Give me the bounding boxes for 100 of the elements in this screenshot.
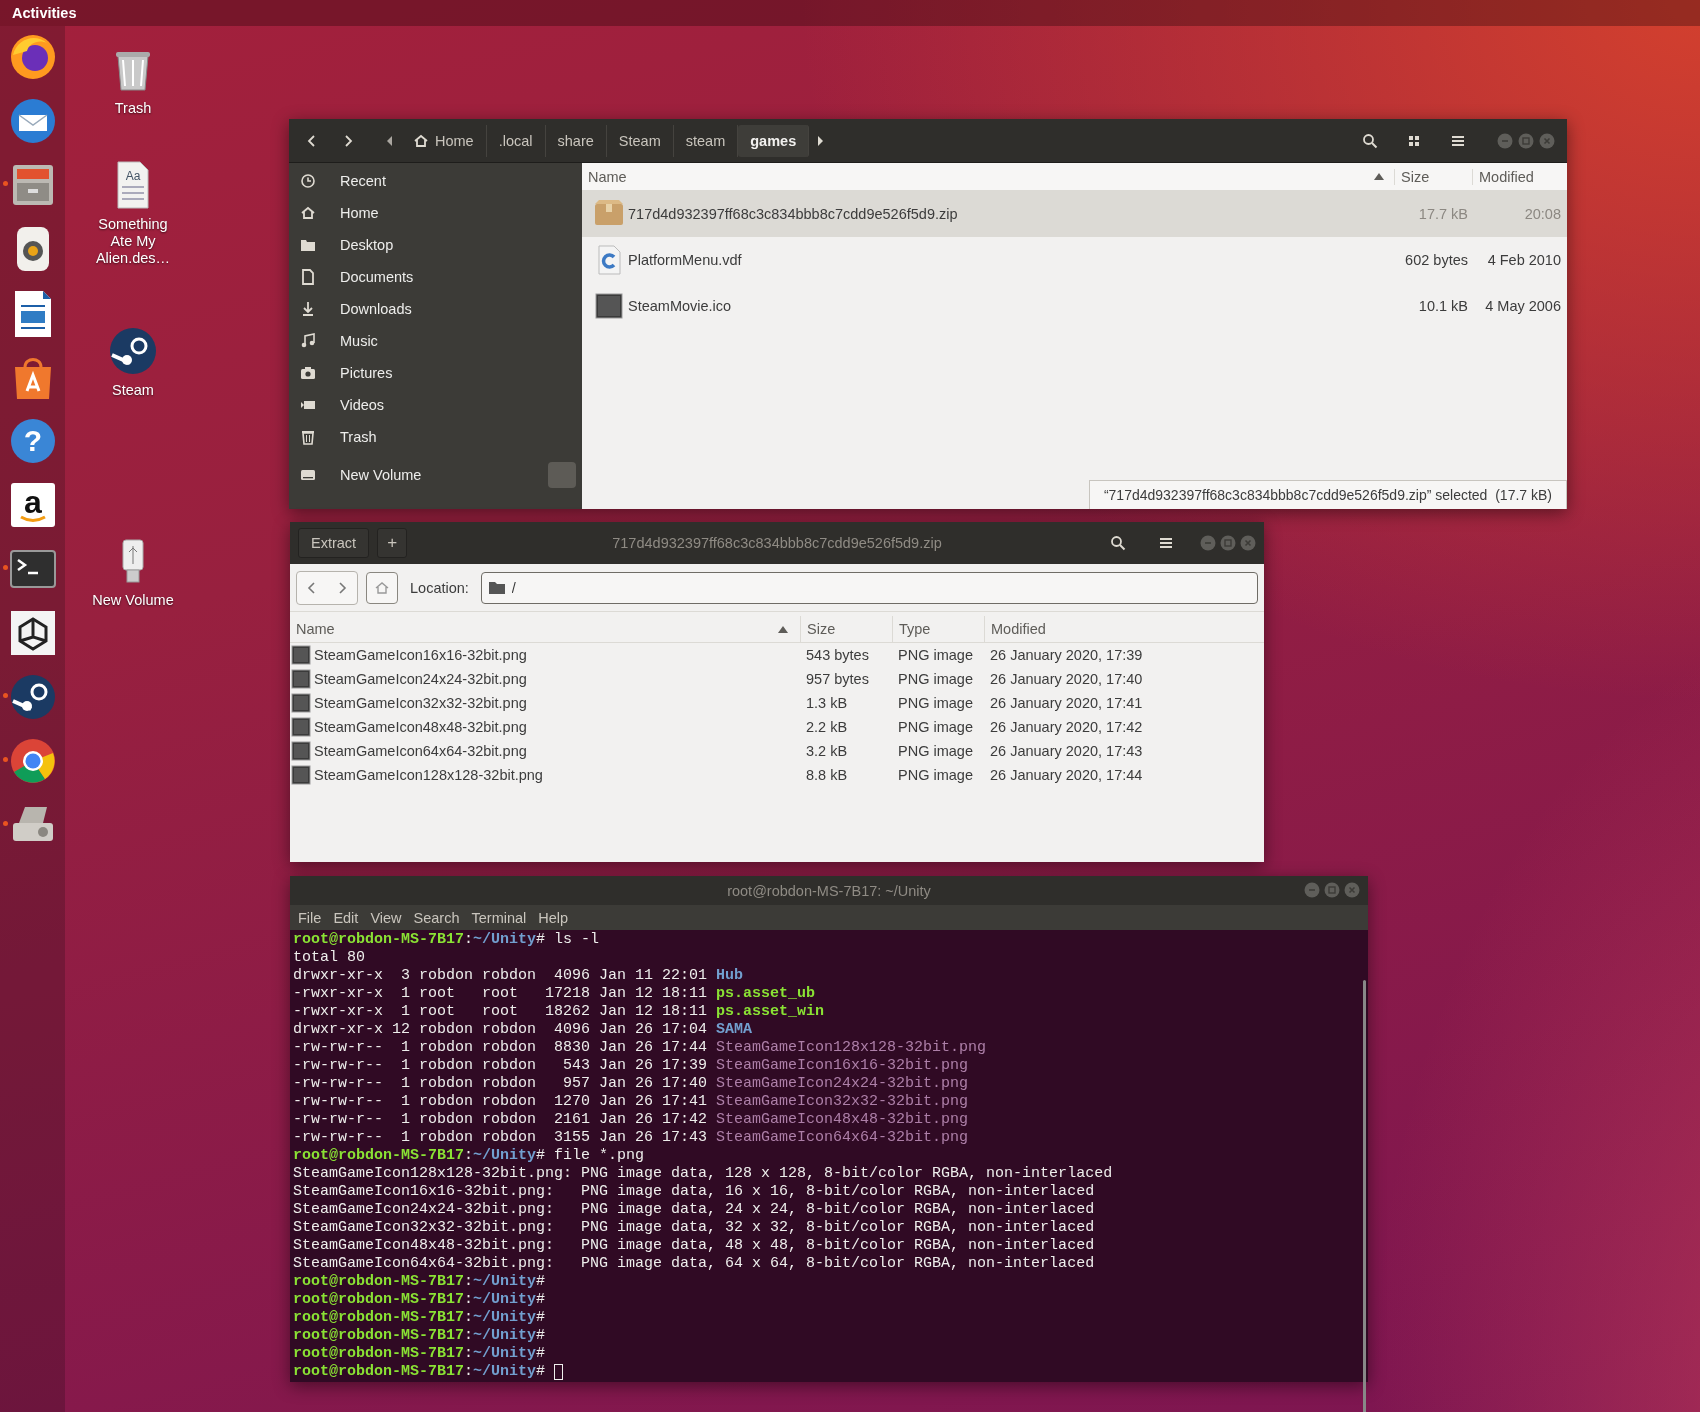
menu-item[interactable]: View [364,909,408,926]
column-header[interactable]: Modified [1479,168,1534,185]
file-size: 543 bytes [805,646,870,665]
terminal-line: SteamGameIcon24x24-32bit.png: PNG image data, 24 x 24, 8-bit/color RGBA, non-interlaced [293,1201,1095,1219]
terminal-line: SteamGameIcon32x32-32bit.png: PNG image data, 32 x 32, 8-bit/color RGBA, non-interlaced [293,1219,1095,1237]
sidebar-item[interactable]: Home [340,205,379,221]
file-modified: 4 Feb 2010 [1486,252,1562,268]
image-file-icon [291,669,311,689]
status-overlay: “717d4d932397ff68c3c834bbb8c7cdd9e526f5d9.zip” selected (17.7 kB) [1088,480,1567,509]
menu-item[interactable]: Edit [327,909,365,926]
terminal-line: root@robdon-MS-7B17:~/Unity# [293,1309,546,1327]
file-name: 717d4d932397ff68c3c834bbb8c7cdd9e526f5d9.zip [628,206,958,222]
location-field[interactable]: / [480,571,1258,604]
column-header[interactable]: Size [807,621,836,637]
terminal-line: total 80 [293,949,365,967]
window-title: 717d4d932397ff68c3c834bbb8c7cdd9e526f5d9.zip [612,535,942,551]
activities-button[interactable]: Activities [12,5,77,21]
image-file-icon [291,693,311,713]
file-row[interactable]: PlatformMenu.vdf 602 bytes 4 Feb 2010 [582,237,1567,283]
home-button[interactable] [366,571,398,604]
path-button[interactable]: games [738,124,810,157]
file-size: 10.1 kB [1417,298,1469,314]
column-header[interactable]: Type [899,621,931,637]
sidebar-item[interactable]: Music [340,333,378,349]
file-size: 957 bytes [805,670,870,689]
file-modified: 26 January 2020, 17:42 [989,718,1144,737]
desktop-icon-label[interactable]: Steam [90,382,176,399]
sidebar-item[interactable]: Desktop [340,237,394,253]
desktop-icon-label[interactable]: Something Ate My Alien.des… [90,216,176,267]
text-cursor [554,1364,564,1380]
sort-ascending-icon[interactable] [1374,173,1384,180]
file-size: 8.8 kB [805,766,849,785]
file-modified: 26 January 2020, 17:39 [989,646,1144,665]
sidebar-item[interactable]: New Volume [340,467,422,483]
chevron-right-icon [337,580,347,595]
column-header[interactable]: Name [296,621,335,637]
path-button[interactable]: Steam [606,124,674,157]
menu-item[interactable]: Help [532,909,575,926]
file-row[interactable]: 717d4d932397ff68c3c834bbb8c7cdd9e526f5d9.zip 17.7 kB 20:08 [582,191,1567,237]
folder-icon [300,237,316,253]
trash-icon [300,429,316,445]
terminal-line: -rw-rw-r-- 1 robdon robdon 8830 Jan 26 17:44 SteamGameIcon128x128-32bit.png [293,1039,987,1057]
file-modified: 26 January 2020, 17:40 [989,670,1144,689]
file-size: 3.2 kB [805,742,849,761]
file-row[interactable]: SteamMovie.ico 10.1 kB 4 May 2006 [582,283,1567,329]
file-size: 602 bytes [1404,252,1469,268]
add-button[interactable]: + [377,528,408,558]
sidebar-item[interactable]: Trash [340,429,377,445]
sidebar-item[interactable]: Downloads [340,301,412,317]
home-icon [413,132,429,149]
terminal-line: root@robdon-MS-7B17:~/Unity# [293,1273,546,1291]
image-file-icon [291,717,311,737]
terminal-line: -rwxr-xr-x 1 root root 18262 Jan 12 18:11 ps.asset_win [293,1003,825,1021]
image-file-icon [594,291,624,321]
menu-item[interactable]: Terminal [465,909,533,926]
path-button[interactable]: .local [486,124,546,157]
terminal-line: SteamGameIcon16x16-32bit.png: PNG image data, 16 x 16, 8-bit/color RGBA, non-interlaced [293,1183,1095,1201]
menu-item[interactable]: File [292,909,328,926]
path-button[interactable]: share [545,124,607,157]
column-header[interactable]: Size [1401,168,1430,185]
terminal-line: root@robdon-MS-7B17:~/Unity# [293,1327,546,1345]
sort-ascending-icon[interactable] [778,625,788,633]
terminal-line: SteamGameIcon64x64-32bit.png: PNG image data, 64 x 64, 8-bit/color RGBA, non-interlaced [293,1255,1095,1273]
file-modified: 20:08 [1523,206,1562,222]
file-name: SteamGameIcon64x64-32bit.png [314,743,527,759]
extract-button[interactable]: Extract [298,528,370,558]
sidebar-item[interactable]: Pictures [340,365,393,381]
sidebar-item[interactable]: Recent [340,173,386,189]
terminal-line: -rw-rw-r-- 1 robdon robdon 1270 Jan 26 17:41 SteamGameIcon32x32-32bit.png [293,1093,969,1111]
file-type: PNG image [897,646,974,665]
terminal-line: root@robdon-MS-7B17:~/Unity# [293,1345,546,1363]
terminal-line: root@robdon-MS-7B17:~/Unity# file *.png [293,1147,645,1165]
column-header[interactable]: Name [588,168,627,185]
chevron-left-icon [307,580,317,595]
terminal-line: -rw-rw-r-- 1 robdon robdon 543 Jan 26 17:39 SteamGameIcon16x16-32bit.png [293,1057,969,1075]
file-type: PNG image [897,742,974,761]
scroll-right-arrow-icon[interactable] [816,135,825,146]
steam-icon[interactable] [108,326,158,376]
image-file-icon [291,765,311,785]
terminal-line: drwxr-xr-x 3 robdon robdon 4096 Jan 11 22:01 Hub [293,967,744,985]
desktop-icon-label[interactable]: New Volume [90,592,176,609]
menu-icon [1158,535,1174,551]
scroll-left-arrow-icon[interactable] [386,135,394,146]
file-size: 1.3 kB [805,694,849,713]
column-header[interactable]: Modified [991,621,1046,637]
file-type: PNG image [897,718,974,737]
clock-icon [300,173,316,189]
sidebar-item[interactable]: Documents [340,269,414,285]
terminal-line: SteamGameIcon48x48-32bit.png: PNG image data, 48 x 48, 8-bit/color RGBA, non-interlaced [293,1237,1095,1255]
sidebar-item[interactable]: Videos [340,397,385,413]
terminal-line: drwxr-xr-x 12 robdon robdon 4096 Jan 26 17:04 SAMA [293,1021,753,1039]
file-name: SteamMovie.ico [628,298,732,314]
menu-item[interactable]: Search [407,909,466,926]
path-button[interactable]: Home [401,124,487,157]
image-file-icon [291,645,311,665]
desktop-icon-label[interactable]: Trash [90,100,176,117]
file-name: PlatformMenu.vdf [628,252,742,268]
file-size: 2.2 kB [805,718,849,737]
file-name: SteamGameIcon24x24-32bit.png [314,671,527,687]
home-icon [300,205,316,221]
